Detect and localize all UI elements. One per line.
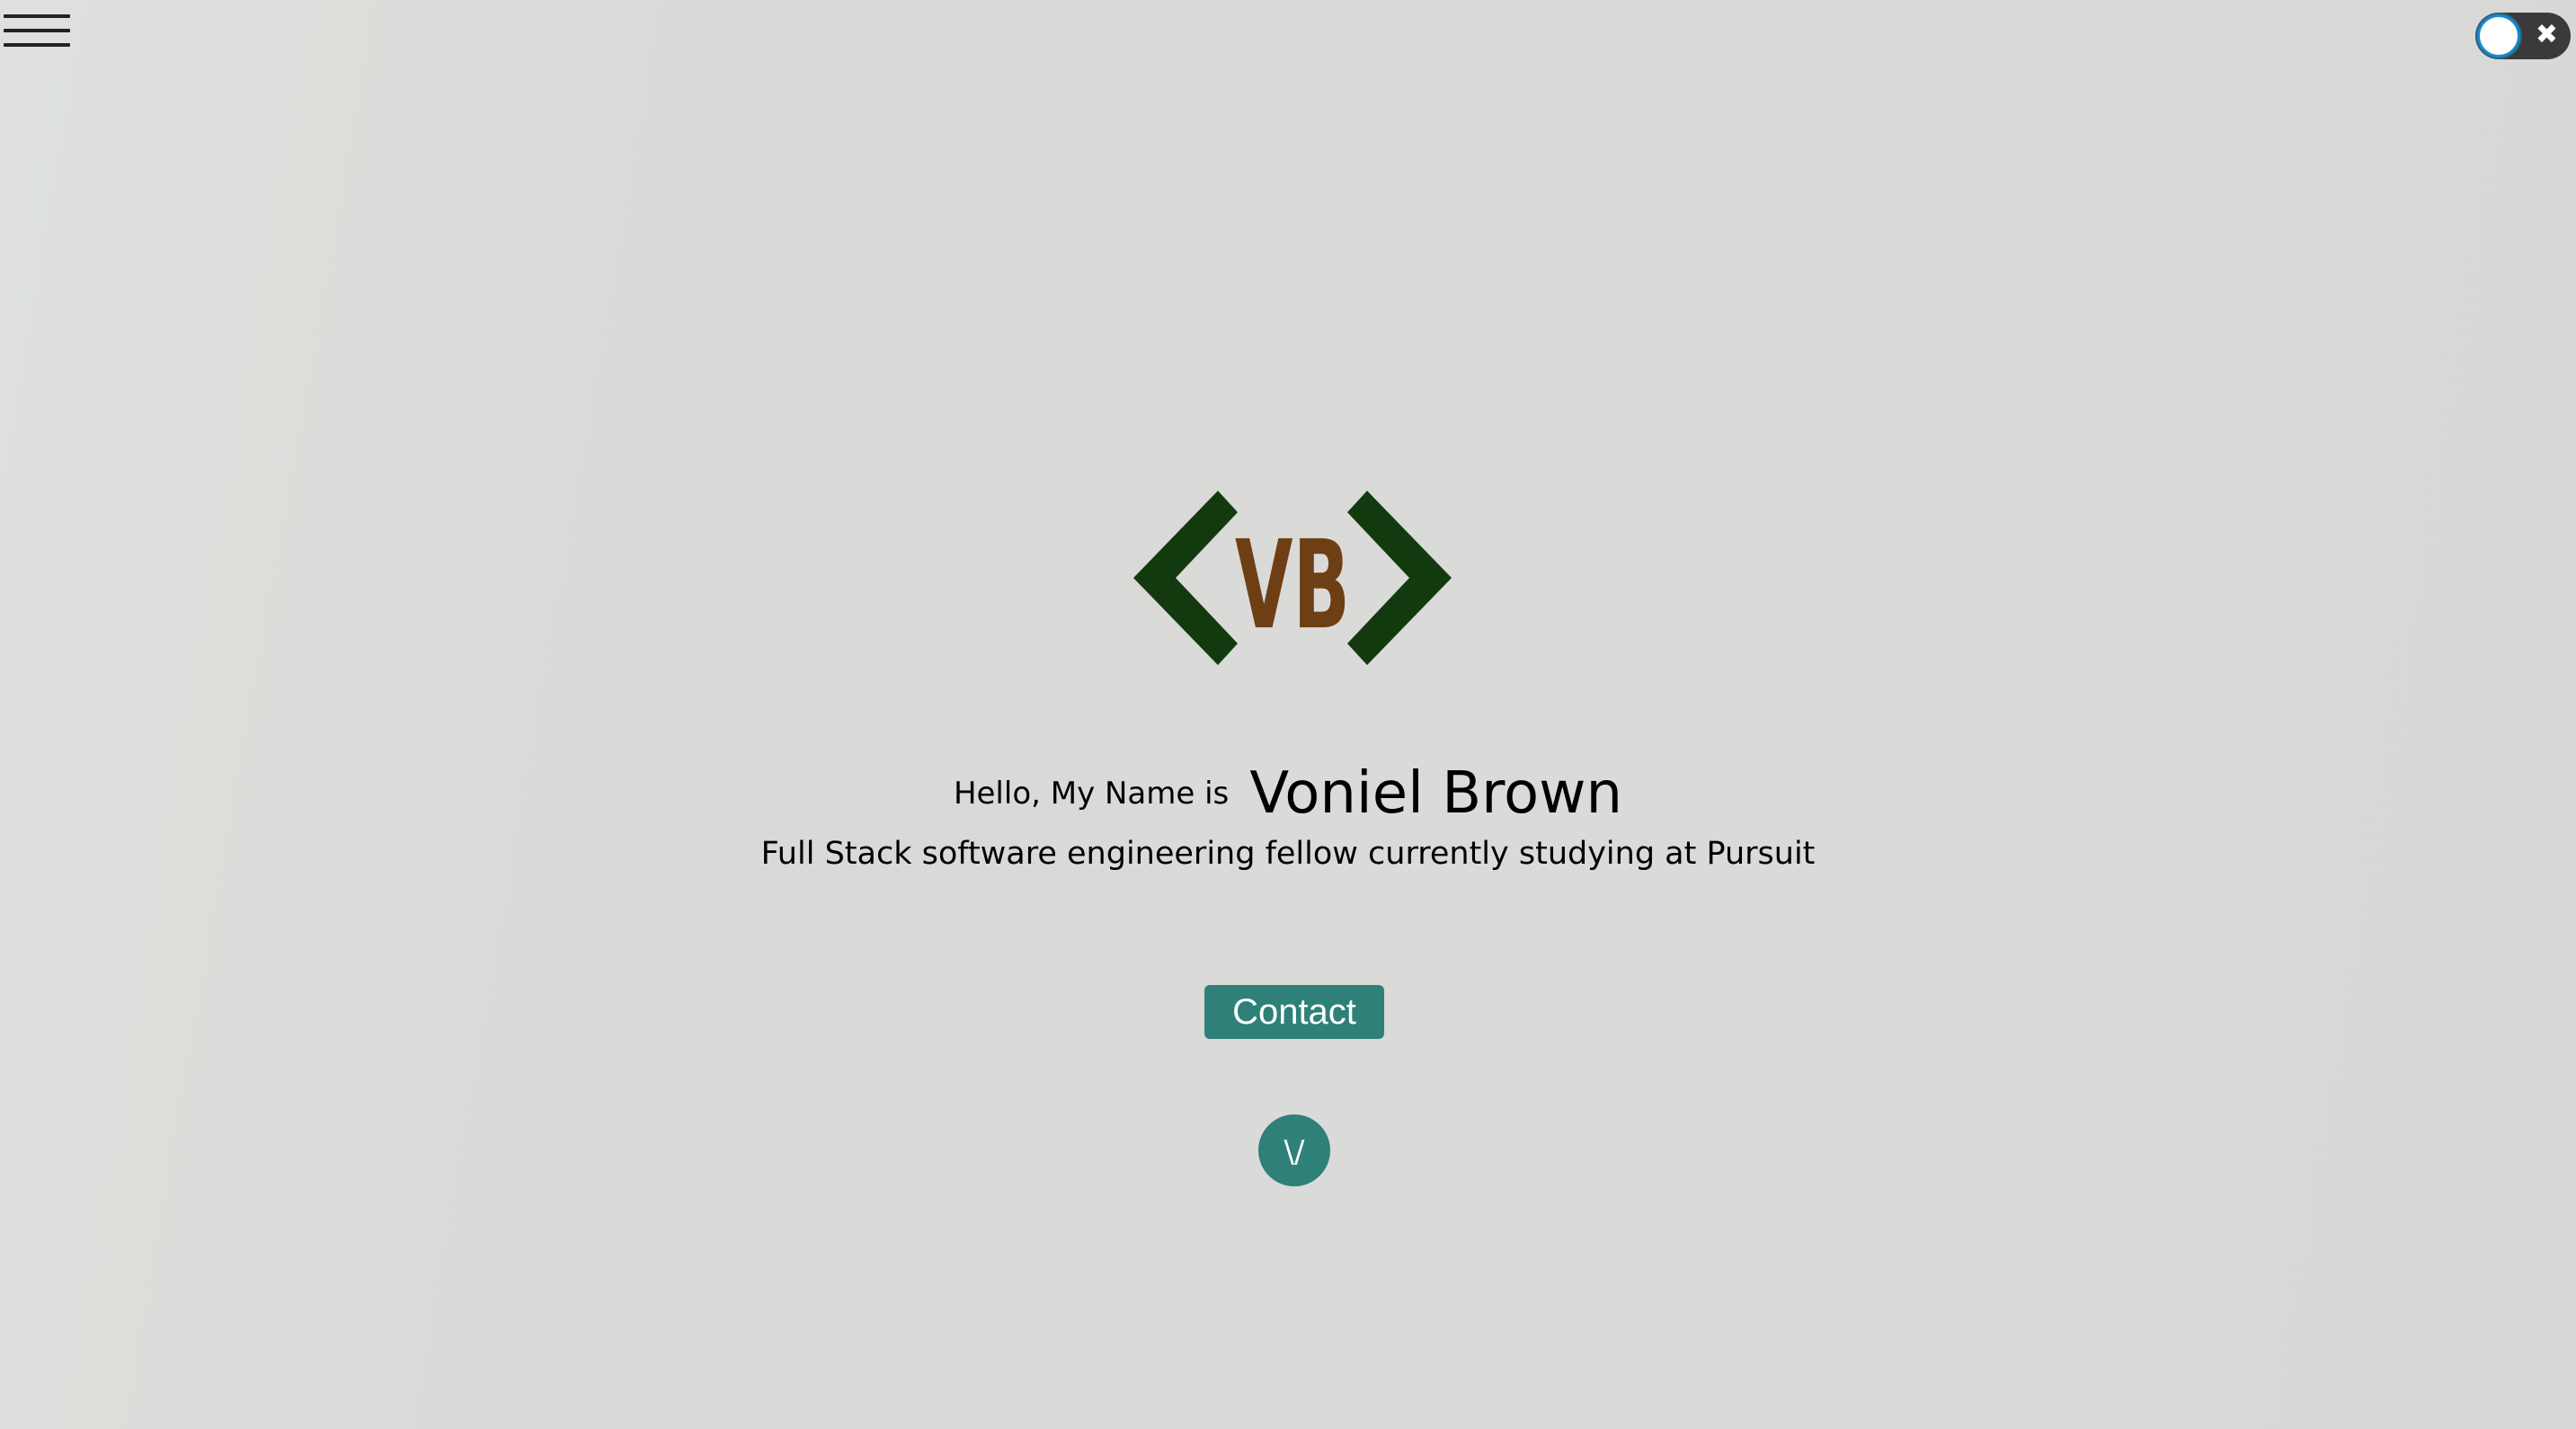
menu-bar xyxy=(4,14,70,18)
theme-toggle[interactable]: ✖ xyxy=(2475,13,2571,59)
toggle-knob[interactable] xyxy=(2477,14,2520,58)
tagline-text: Full Stack software engineering fellow c… xyxy=(760,836,1816,872)
close-icon: ✖ xyxy=(2535,19,2558,50)
logo-text: VB xyxy=(1235,515,1350,657)
greeting-text: Hello, My Name is xyxy=(953,776,1230,812)
hamburger-menu-button[interactable] xyxy=(0,7,76,59)
contact-button[interactable]: Contact xyxy=(1204,985,1384,1039)
right-chevron-icon xyxy=(1347,491,1452,665)
vb-logo: VB xyxy=(1133,491,1452,665)
menu-bar xyxy=(4,43,70,47)
menu-bar xyxy=(4,29,70,32)
hero-heading: Hello, My Name is Voniel Brown xyxy=(0,760,2576,827)
scroll-down-button[interactable]: \/ xyxy=(1258,1114,1330,1186)
name-heading: Voniel Brown xyxy=(1249,760,1623,827)
left-chevron-icon xyxy=(1133,491,1238,665)
